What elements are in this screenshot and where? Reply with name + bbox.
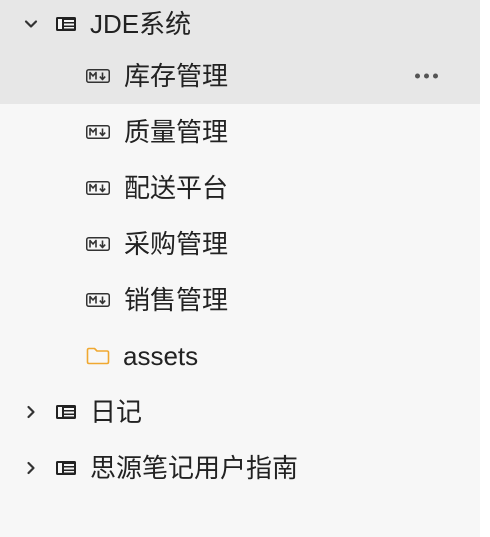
notebook-icon bbox=[54, 15, 78, 33]
markdown-doc-icon bbox=[86, 68, 110, 84]
file-tree-panel: JDE系统 库存管理 质量管理 配送平台 采购管理 销售管理 assets 日记… bbox=[0, 0, 480, 537]
doc-label: 配送平台 bbox=[124, 173, 229, 203]
chevron-right-icon[interactable] bbox=[22, 459, 40, 477]
doc-label: 库存管理 bbox=[124, 61, 229, 91]
folder-row-assets[interactable]: assets bbox=[0, 328, 480, 384]
doc-label: 采购管理 bbox=[124, 229, 229, 259]
markdown-doc-icon bbox=[86, 292, 110, 308]
notebook-label: 日记 bbox=[90, 397, 143, 427]
dot bbox=[433, 73, 438, 79]
notebook-icon bbox=[54, 403, 78, 421]
notebook-row-jde[interactable]: JDE系统 bbox=[0, 0, 480, 48]
doc-row-sales[interactable]: 销售管理 bbox=[0, 272, 480, 328]
markdown-doc-icon bbox=[86, 180, 110, 196]
doc-label: 质量管理 bbox=[124, 117, 229, 147]
folder-icon bbox=[86, 347, 110, 365]
doc-row-delivery[interactable]: 配送平台 bbox=[0, 160, 480, 216]
notebook-icon bbox=[54, 459, 78, 477]
more-options-icon[interactable] bbox=[415, 73, 438, 79]
doc-row-inventory[interactable]: 库存管理 bbox=[0, 48, 480, 104]
doc-row-quality[interactable]: 质量管理 bbox=[0, 104, 480, 160]
dot bbox=[415, 73, 420, 79]
markdown-doc-icon bbox=[86, 124, 110, 140]
chevron-down-icon[interactable] bbox=[22, 15, 40, 33]
markdown-doc-icon bbox=[86, 236, 110, 252]
folder-label: assets bbox=[123, 341, 199, 371]
doc-row-purchasing[interactable]: 采购管理 bbox=[0, 216, 480, 272]
doc-label: 销售管理 bbox=[124, 285, 229, 315]
notebook-label: JDE系统 bbox=[90, 9, 192, 39]
dot bbox=[424, 73, 429, 79]
notebook-row-user-guide[interactable]: 思源笔记用户指南 bbox=[0, 440, 480, 496]
notebook-row-diary[interactable]: 日记 bbox=[0, 384, 480, 440]
chevron-right-icon[interactable] bbox=[22, 403, 40, 421]
notebook-label: 思源笔记用户指南 bbox=[90, 453, 299, 483]
